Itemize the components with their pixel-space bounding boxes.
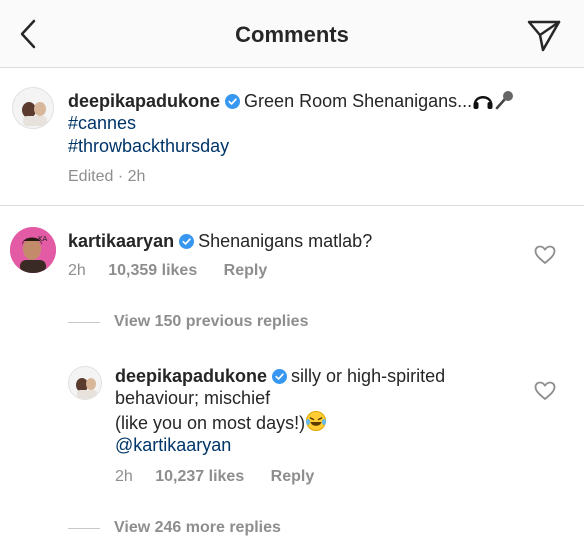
reply-meta: 2h 10,237 likes Reply (115, 468, 314, 486)
svg-text:KA: KA (38, 235, 47, 243)
reply-body-line1: silly or high-spirited (291, 366, 446, 386)
avatar-photo (69, 367, 101, 399)
view-more-replies-link[interactable]: View 246 more replies (114, 519, 281, 537)
view-previous-replies-link[interactable]: View 150 previous replies (114, 313, 308, 331)
reply-body-line3: (like you on most days!) (115, 410, 327, 437)
header-bar: Comments (0, 0, 584, 68)
thread-line (68, 528, 100, 529)
mention-kartikaaryan[interactable]: @kartikaaryan (115, 434, 231, 456)
hashtag-cannes[interactable]: #cannes (68, 112, 136, 134)
comment-likes[interactable]: 10,359 likes (108, 262, 197, 279)
avatar-photo (13, 88, 53, 128)
reply-body-line2: behaviour; mischief (115, 388, 271, 408)
reply-button[interactable]: Reply (271, 468, 315, 485)
page-title: Comments (235, 22, 349, 47)
edited-label: Edited (68, 168, 114, 185)
reply-likes[interactable]: 10,237 likes (155, 468, 244, 485)
hashtag-throwbackthursday[interactable]: #throwbackthursday (68, 135, 229, 157)
verified-badge-icon (272, 369, 288, 384)
comment-meta: 2h 10,359 likes Reply (68, 262, 267, 280)
comment-time: 2h (68, 262, 86, 279)
avatar[interactable] (68, 366, 102, 400)
thread-line (68, 322, 100, 323)
caption-divider (0, 205, 584, 206)
caption-meta: Edited · 2h (68, 168, 146, 185)
paper-plane-icon (527, 20, 561, 52)
comment-username[interactable]: kartikaaryan (68, 231, 174, 251)
microphone-icon (494, 90, 514, 115)
verified-badge-icon (179, 234, 195, 249)
caption-time: 2h (127, 168, 146, 185)
reply-body-line3-text: (like you on most days!) (115, 413, 306, 433)
reply-username[interactable]: deepikapadukone (115, 366, 267, 386)
avatar[interactable]: KA (10, 227, 56, 273)
caption-username[interactable]: deepikapadukone (68, 91, 220, 111)
headphones-icon (472, 90, 494, 115)
reply-time: 2h (115, 468, 133, 485)
verified-badge-icon (225, 94, 241, 109)
share-button[interactable] (526, 17, 562, 53)
avatar[interactable] (12, 87, 54, 129)
reply-button[interactable]: Reply (224, 262, 268, 279)
like-heart-icon[interactable] (534, 245, 556, 265)
comment-text: kartikaaryan Shenanigans matlab? (68, 230, 372, 252)
reply-text: deepikapadukone silly or high-spirited (115, 365, 445, 387)
like-heart-icon[interactable] (534, 381, 556, 401)
avatar-photo: KA (10, 227, 56, 273)
comment-body: Shenanigans matlab? (198, 231, 373, 251)
laughing-tears-icon (305, 410, 327, 437)
caption-body: Green Room Shenanigans... (244, 91, 473, 111)
